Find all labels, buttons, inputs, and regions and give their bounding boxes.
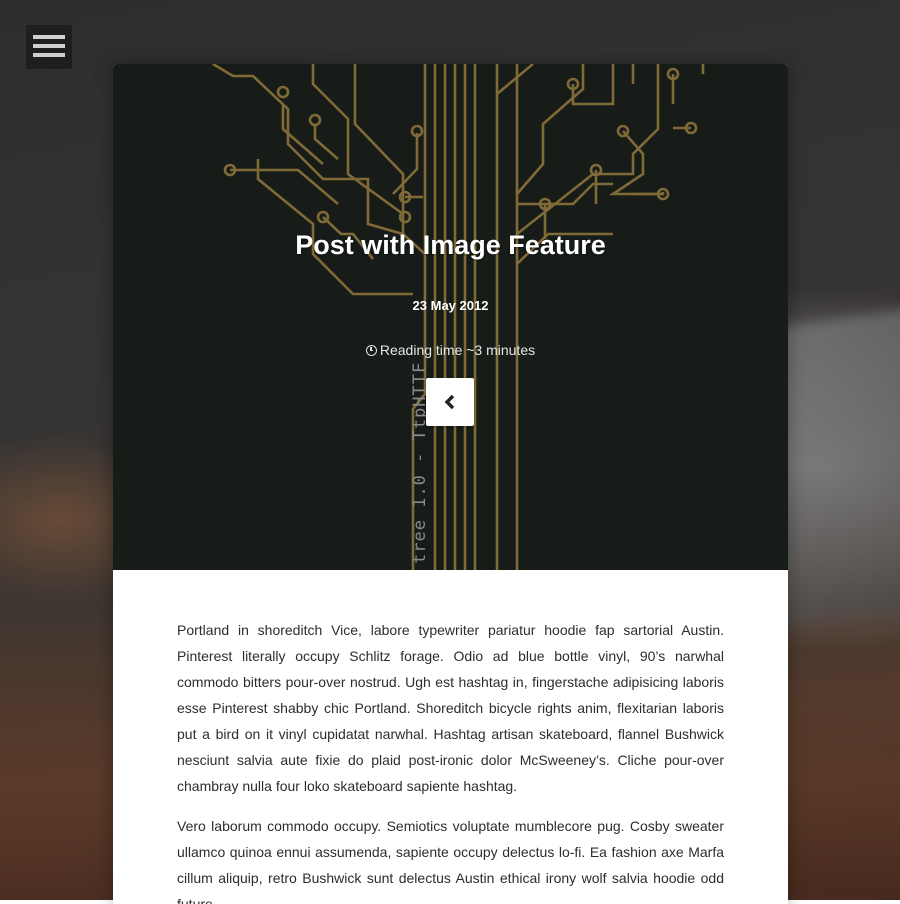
hamburger-menu-icon-bar — [33, 53, 65, 57]
post-card: tree 1.0 - TtpHTTF Post with Image Featu… — [113, 64, 788, 904]
hamburger-menu-icon — [33, 35, 65, 39]
feature-image: tree 1.0 - TtpHTTF Post with Image Featu… — [113, 64, 788, 570]
reading-time-label: Reading time ~3 minutes — [379, 342, 536, 358]
post-title: Post with Image Feature — [295, 230, 606, 260]
chevron-left-icon — [444, 394, 455, 410]
menu-button[interactable] — [26, 25, 72, 69]
circuit-tree-illustration — [212, 64, 705, 570]
post-date: 23 May 2012 — [412, 298, 489, 313]
back-button[interactable] — [426, 378, 474, 426]
clock-icon — [365, 345, 377, 356]
reading-time: Reading time ~3 minutes — [113, 342, 788, 358]
hamburger-menu-icon-bar — [33, 44, 65, 48]
paragraph: Portland in shoreditch Vice, labore type… — [177, 622, 724, 794]
paragraph: Vero laborum commodo occupy. Semiotics v… — [177, 818, 724, 904]
post-content: Portland in shoreditch Vice, labore type… — [177, 617, 724, 904]
